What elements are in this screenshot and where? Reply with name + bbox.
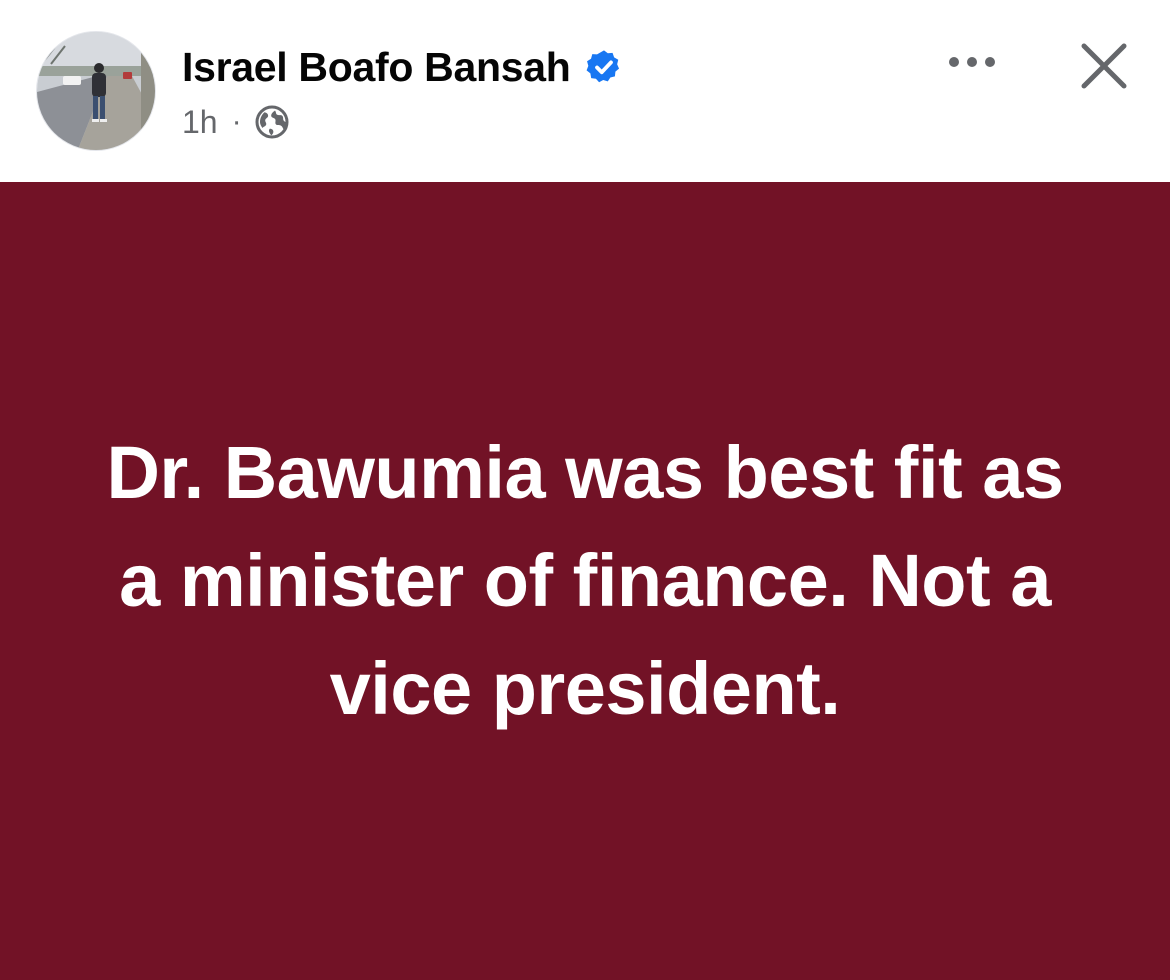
- more-options-button[interactable]: [940, 40, 1004, 84]
- post-card: Israel Boafo Bansah 1h · Dr. Bawumia was…: [0, 0, 1170, 980]
- author-row: Israel Boafo Bansah: [182, 42, 623, 92]
- post-text: Dr. Bawumia was best fit as a minister o…: [106, 431, 1064, 730]
- meta-separator: ·: [231, 105, 242, 138]
- avatar[interactable]: [36, 31, 156, 151]
- post-meta: 1h ·: [182, 100, 290, 144]
- author-name[interactable]: Israel Boafo Bansah: [182, 44, 571, 91]
- post-timestamp[interactable]: 1h: [182, 104, 218, 141]
- globe-icon[interactable]: [254, 104, 290, 140]
- verified-badge-icon: [585, 48, 623, 86]
- post-background: Dr. Bawumia was best fit as a minister o…: [0, 182, 1170, 980]
- post-header: Israel Boafo Bansah 1h ·: [0, 0, 1170, 182]
- close-icon: [1081, 43, 1127, 89]
- avatar-photo: [37, 32, 155, 150]
- close-button[interactable]: [1074, 36, 1134, 96]
- more-options-icon: [949, 57, 995, 67]
